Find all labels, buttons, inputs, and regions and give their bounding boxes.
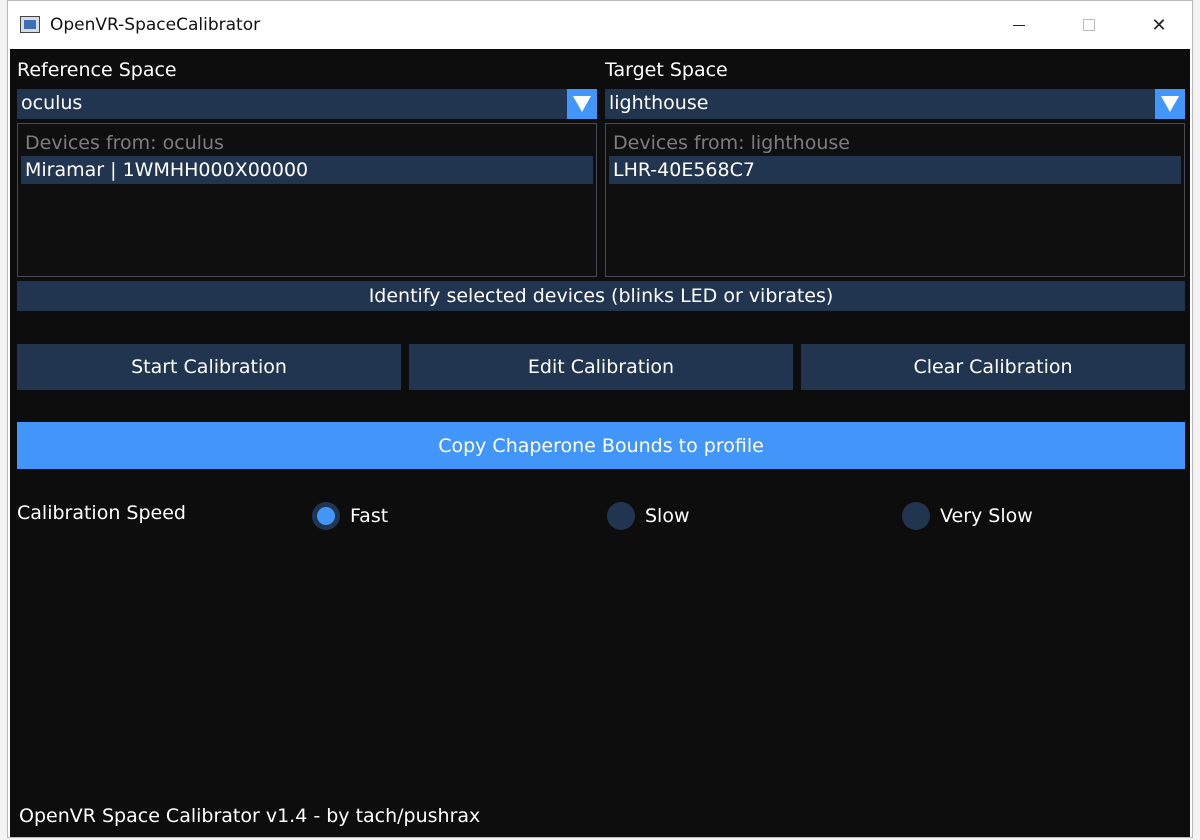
reference-space-value: oculus [21, 92, 83, 114]
target-list-header: Devices from: lighthouse [613, 132, 850, 154]
speed-slow-label[interactable]: Slow [645, 505, 690, 527]
speed-slow-radio[interactable] [607, 502, 635, 530]
reference-space-dropdown[interactable]: oculus [17, 89, 597, 119]
speed-fast-label[interactable]: Fast [350, 505, 388, 527]
close-button[interactable]: ✕ [1124, 1, 1194, 49]
version-footer: OpenVR Space Calibrator v1.4 - by tach/p… [19, 805, 481, 827]
start-calibration-button[interactable]: Start Calibration [17, 344, 401, 390]
minimize-button[interactable] [984, 1, 1054, 49]
copy-chaperone-bounds-button[interactable]: Copy Chaperone Bounds to profile [17, 422, 1185, 469]
calibration-speed-label: Calibration Speed [17, 502, 186, 524]
reference-space-label: Reference Space [17, 59, 177, 81]
reference-list-header: Devices from: oculus [25, 132, 224, 154]
edit-calibration-button[interactable]: Edit Calibration [409, 344, 793, 390]
minimize-icon [1013, 24, 1025, 26]
target-space-value: lighthouse [609, 92, 709, 114]
device-name: LHR-40E568C7 [613, 159, 755, 181]
reference-devices-list[interactable]: Devices from: oculus Miramar | 1WMHH000X… [17, 123, 597, 277]
app-icon [20, 16, 40, 33]
list-item[interactable]: LHR-40E568C7 [609, 156, 1181, 184]
client-area: Reference Space oculus Devices from: ocu… [10, 49, 1190, 837]
clear-calibration-button[interactable]: Clear Calibration [801, 344, 1185, 390]
identify-devices-button[interactable]: Identify selected devices (blinks LED or… [17, 281, 1185, 311]
device-name: Miramar | 1WMHH000X00000 [25, 159, 309, 181]
window-title: OpenVR-SpaceCalibrator [50, 15, 261, 35]
target-space-dropdown[interactable]: lighthouse [605, 89, 1185, 119]
title-bar[interactable]: OpenVR-SpaceCalibrator ✕ [8, 1, 1192, 49]
close-icon: ✕ [1151, 14, 1167, 36]
speed-fast-radio[interactable] [312, 502, 340, 530]
dropdown-arrow-icon[interactable] [1155, 89, 1185, 119]
app-window: OpenVR-SpaceCalibrator ✕ Reference Space… [7, 0, 1193, 838]
speed-very-slow-label[interactable]: Very Slow [940, 505, 1033, 527]
list-item[interactable]: Miramar | 1WMHH000X00000 [21, 156, 593, 184]
target-devices-list[interactable]: Devices from: lighthouse LHR-40E568C7 [605, 123, 1185, 277]
maximize-button[interactable] [1054, 1, 1124, 49]
maximize-icon [1083, 19, 1095, 31]
target-space-label: Target Space [605, 59, 728, 81]
speed-very-slow-radio[interactable] [902, 502, 930, 530]
dropdown-arrow-icon[interactable] [567, 89, 597, 119]
